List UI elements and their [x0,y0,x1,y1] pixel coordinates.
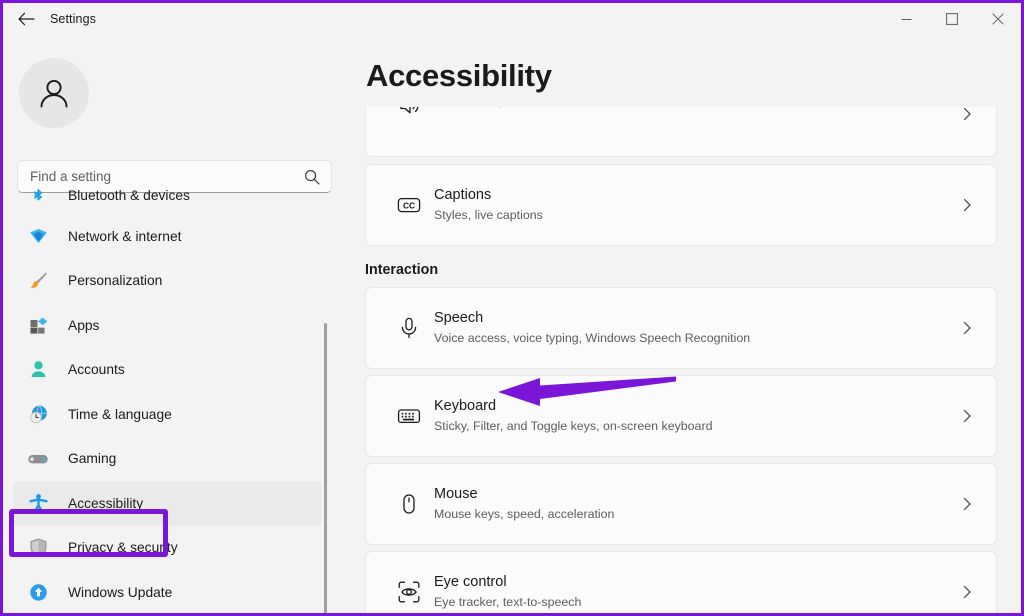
setting-card-subtitle: Eye tracker, text-to-speech [434,594,581,611]
closed-captions-icon: CC [386,192,432,218]
sidebar-item-time-language[interactable]: Time & language [13,392,322,437]
chevron-right-icon [960,198,974,212]
eye-control-icon [386,579,432,605]
sidebar-item-label: Time & language [68,407,172,422]
close-button[interactable] [975,3,1021,35]
setting-card-subtitle: Voice access, voice typing, Windows Spee… [434,330,750,347]
title-bar: Settings [3,3,1021,35]
sidebar-item-label: Windows Update [68,585,172,600]
setting-card-subtitle: Mouse keys, speed, acceleration [434,506,614,523]
chevron-right-icon [960,107,974,121]
chevron-right-icon [960,321,974,335]
setting-card-subtitle: Styles, live captions [434,207,543,224]
setting-card-subtitle: Mono audio, audio notifications [434,107,605,111]
apps-grid-icon [25,315,51,336]
sidebar-item-bluetooth-devices[interactable]: Bluetooth & devices [13,176,322,214]
sidebar-item-windows-update[interactable]: Windows Update [13,570,322,615]
chevron-right-icon [960,409,974,423]
back-arrow-icon [18,12,35,26]
mouse-icon [386,492,432,516]
paintbrush-icon [25,270,51,291]
audio-speaker-icon [386,107,432,118]
main-content: Accessibility Audio Mono audio, audio no… [332,35,1021,616]
accessibility-person-icon [25,493,51,514]
microphone-icon [386,316,432,340]
setting-card-subtitle: Sticky, Filter, and Toggle keys, on-scre… [434,418,712,435]
setting-card-title: Eye control [434,573,581,593]
setting-card-audio[interactable]: Audio Mono audio, audio notifications [365,107,997,157]
setting-card-speech[interactable]: Speech Voice access, voice typing, Windo… [365,287,997,369]
window-controls [883,3,1021,35]
sidebar-item-label: Gaming [68,451,116,466]
window-title: Settings [50,12,96,26]
sidebar-item-privacy-security[interactable]: Privacy & security [13,526,322,571]
sidebar-item-network-internet[interactable]: Network & internet [13,214,322,259]
setting-card-captions[interactable]: CC Captions Styles, live captions [365,164,997,246]
globe-clock-icon [25,404,51,425]
sidebar-nav: Bluetooth & devices Network & internet [3,198,332,616]
setting-card-keyboard[interactable]: Keyboard Sticky, Filter, and Toggle keys… [365,375,997,457]
maximize-icon [946,13,958,25]
setting-card-mouse[interactable]: Mouse Mouse keys, speed, acceleration [365,463,997,545]
sidebar-item-accessibility[interactable]: Accessibility [13,481,322,526]
sidebar-item-label: Privacy & security [68,540,178,555]
sidebar-item-label: Accounts [68,362,125,377]
section-heading-interaction: Interaction [365,262,1021,278]
sidebar-scrollbar[interactable] [324,323,327,616]
account-person-icon [25,359,51,380]
setting-card-title: Speech [434,309,750,329]
chevron-right-icon [960,585,974,599]
settings-window: Settings [0,0,1024,616]
setting-card-title: Keyboard [434,397,712,417]
sidebar-item-apps[interactable]: Apps [13,303,322,348]
maximize-button[interactable] [929,3,975,35]
minimize-button[interactable] [883,3,929,35]
minimize-icon [901,14,912,25]
setting-card-title: Mouse [434,485,614,505]
sidebar-item-gaming[interactable]: Gaming [13,437,322,482]
sidebar-item-label: Personalization [68,273,162,288]
gamepad-icon [25,448,51,470]
settings-list: Audio Mono audio, audio notifications CC [332,107,1021,616]
sidebar-item-label: Bluetooth & devices [68,188,190,203]
sidebar-item-label: Accessibility [68,496,143,511]
sidebar-item-label: Apps [68,318,99,333]
svg-text:CC: CC [403,201,415,211]
setting-card-title: Captions [434,186,543,206]
wifi-icon [25,226,51,247]
sidebar-item-label: Network & internet [68,229,182,244]
shield-icon [25,537,51,558]
sidebar: Find a setting Bluetooth & devices [3,35,332,616]
close-icon [992,13,1004,25]
windows-update-icon [25,582,51,603]
bluetooth-icon [25,185,51,205]
person-avatar-icon [34,73,74,113]
back-button[interactable] [9,4,43,34]
page-title: Accessibility [366,58,552,94]
setting-card-eye-control[interactable]: Eye control Eye tracker, text-to-speech [365,551,997,616]
chevron-right-icon [960,497,974,511]
sidebar-item-accounts[interactable]: Accounts [13,348,322,393]
sidebar-item-personalization[interactable]: Personalization [13,259,322,304]
avatar[interactable] [19,58,89,128]
keyboard-icon [386,403,432,429]
